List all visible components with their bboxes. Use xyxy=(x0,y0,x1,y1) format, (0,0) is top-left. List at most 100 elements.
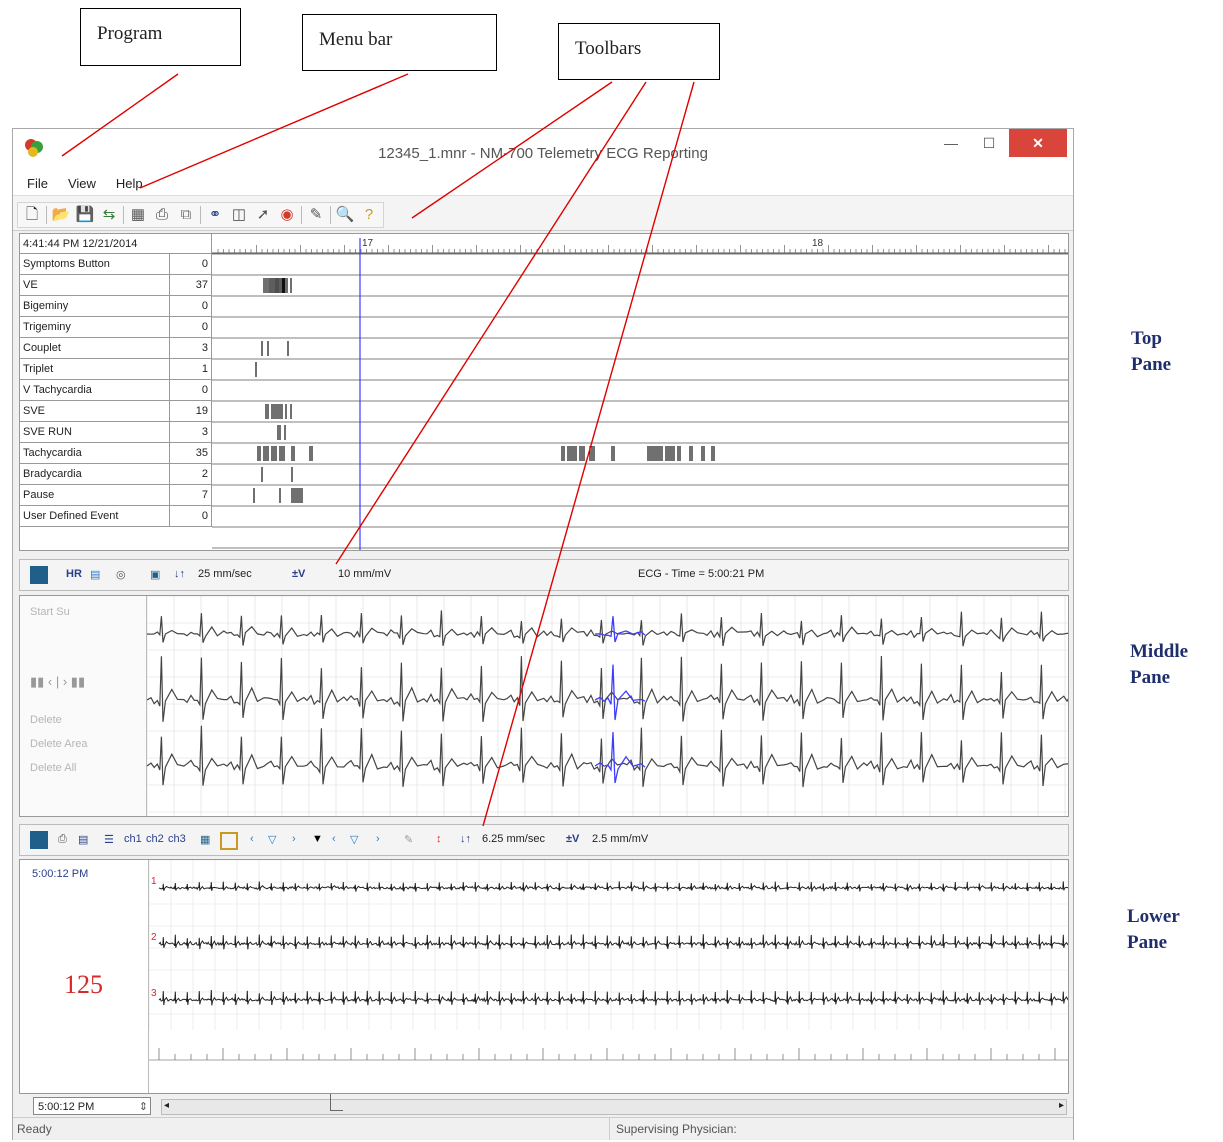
spin-icon[interactable]: ⇕ xyxy=(139,1098,148,1116)
lower-gain[interactable]: 2.5 mm/mV xyxy=(592,833,648,845)
delete-area-button-label: Delete Area xyxy=(30,738,88,750)
prev-icon[interactable]: ‹ xyxy=(250,833,254,845)
lower-report-icon[interactable]: ▤ xyxy=(78,833,88,846)
side-label-lower-line2: Pane xyxy=(1127,932,1168,953)
middle-gain[interactable]: 10 mm/mV xyxy=(338,568,391,580)
ch3-button[interactable]: ch3 xyxy=(168,833,186,845)
menu-file[interactable]: File xyxy=(27,173,48,195)
next-icon[interactable]: › xyxy=(292,833,296,845)
event-row[interactable]: Triplet 1 xyxy=(20,359,212,380)
delete-area-button[interactable]: Delete Area xyxy=(30,738,87,750)
middle-speed[interactable]: 25 mm/sec xyxy=(198,568,252,580)
heart-rate-icon[interactable]: HR xyxy=(66,568,82,580)
report-icon[interactable]: ▦ xyxy=(128,205,148,225)
event-row[interactable]: User Defined Event 0 xyxy=(20,506,212,527)
event-count: 1 xyxy=(170,359,212,379)
prev-event-icon[interactable]: ‹ xyxy=(332,833,336,845)
lower-monitor-icon[interactable] xyxy=(30,831,48,849)
horizontal-scrollbar[interactable]: ◂ ▸ xyxy=(161,1094,1067,1115)
event-name: User Defined Event xyxy=(20,506,170,526)
app-window: 12345_1.mnr - NM-700 Telemetry ECG Repor… xyxy=(12,128,1074,1140)
middle-ecg-strip[interactable] xyxy=(147,596,1068,816)
book-icon[interactable]: ◫ xyxy=(229,205,249,225)
event-name: Trigeminy xyxy=(20,317,170,337)
event-row[interactable]: Tachycardia 35 xyxy=(20,443,212,464)
box-icon[interactable] xyxy=(220,832,238,850)
delete-button[interactable]: Delete xyxy=(30,714,62,726)
save-icon[interactable]: 💾 xyxy=(75,205,95,225)
menu-view[interactable]: View xyxy=(68,173,96,195)
maximize-button[interactable]: ☐ xyxy=(971,129,1007,157)
zoom-icon[interactable]: 🔍 xyxy=(335,205,355,225)
scroll-left-icon[interactable]: ◂ xyxy=(164,1100,169,1111)
event-name: VE xyxy=(20,275,170,295)
event-row[interactable]: VE 37 xyxy=(20,275,212,296)
speed-icon[interactable]: ↓↑ xyxy=(174,568,185,580)
event-row[interactable]: SVE 19 xyxy=(20,401,212,422)
event-row[interactable]: Couplet 3 xyxy=(20,338,212,359)
event-row[interactable]: Bigeminy 0 xyxy=(20,296,212,317)
event-row[interactable]: Pause 7 xyxy=(20,485,212,506)
side-label-middle: Middle Pane xyxy=(1130,639,1188,691)
lower-print-icon[interactable]: ⎙ xyxy=(58,833,67,846)
delete-all-button[interactable]: Delete All xyxy=(30,762,76,774)
page-event-icon[interactable]: ▽ xyxy=(350,833,358,846)
event-timeline[interactable]: 17 18 xyxy=(212,234,1068,550)
lower-ecg-trace xyxy=(158,933,1068,950)
lower-speed-icon[interactable]: ↓↑ xyxy=(460,833,471,845)
chart-icon[interactable]: ▤ xyxy=(90,568,100,581)
top-pane: 4:41:44 PM 12/21/2014 Symptoms Button 0 VE… xyxy=(19,233,1069,551)
binoculars-icon[interactable]: ⚭ xyxy=(205,205,225,225)
event-row[interactable]: Bradycardia 2 xyxy=(20,464,212,485)
gain-icon[interactable]: ±V xyxy=(292,568,305,580)
lines-icon[interactable]: ☰ xyxy=(104,833,114,846)
scroll-right-icon[interactable]: ▸ xyxy=(1059,1100,1064,1111)
callout-toolbars-label: Toolbars xyxy=(575,38,642,59)
edit-tool-icon[interactable]: ✎ xyxy=(306,205,326,225)
close-button[interactable]: ✕ xyxy=(1009,129,1067,157)
record-icon[interactable]: ◉ xyxy=(277,205,297,225)
menu-help[interactable]: Help xyxy=(116,173,143,195)
next-event-icon[interactable]: › xyxy=(376,833,380,845)
side-label-top: Top Pane xyxy=(1131,326,1171,378)
lower-gain-icon[interactable]: ±V xyxy=(566,833,579,845)
copy-icon[interactable]: ⧉ xyxy=(176,205,196,225)
ch2-button[interactable]: ch2 xyxy=(146,833,164,845)
status-bar: Ready Supervising Physician: xyxy=(13,1117,1073,1140)
open-folder-icon[interactable]: 📂 xyxy=(51,205,71,225)
middle-info: ECG - Time = 5:00:21 PM xyxy=(638,568,765,580)
side-label-top-line1: Top xyxy=(1131,328,1162,349)
menu-bar: File View Help xyxy=(13,173,1073,195)
event-name: SVE RUN xyxy=(20,422,170,442)
new-file-icon[interactable]: 🗋 xyxy=(22,205,42,225)
help-icon[interactable]: ? xyxy=(359,205,379,225)
scroll-thumb[interactable] xyxy=(330,1094,343,1111)
lower-edit-icon[interactable]: ✎ xyxy=(404,833,413,846)
print-icon[interactable]: ⎙ xyxy=(152,205,172,225)
event-row[interactable]: Symptoms Button 0 xyxy=(20,254,212,275)
navigation-slider[interactable]: ▮▮ ‹ | › ▮▮ xyxy=(30,674,85,690)
layers-icon[interactable]: ◎ xyxy=(116,568,126,581)
grid-icon[interactable]: ▣ xyxy=(150,568,160,581)
lower-ecg-trace xyxy=(158,989,1068,1006)
marker-icon[interactable]: ↕ xyxy=(436,833,442,845)
middle-toolbar: HR ▤ ◎ ▣ ↓↑ 25 mm/sec ±V 10 mm/mV ECG - … xyxy=(19,559,1069,591)
middle-controls: Start Su ▮▮ ‹ | › ▮▮ Delete Delete Area … xyxy=(20,596,147,816)
event-row[interactable]: V Tachycardia 0 xyxy=(20,380,212,401)
lower-speed[interactable]: 6.25 mm/sec xyxy=(482,833,545,845)
time-field[interactable]: 5:00:12 PM ⇕ xyxy=(33,1097,151,1115)
monitor-icon[interactable] xyxy=(30,566,48,584)
lower-grid-icon[interactable]: ▦ xyxy=(200,833,210,846)
down-marker-icon[interactable]: ▼ xyxy=(312,833,323,845)
start-button[interactable]: Start Su xyxy=(30,606,70,618)
page-prev-icon[interactable]: ▽ xyxy=(268,833,276,846)
minimize-button[interactable]: — xyxy=(933,129,969,157)
side-label-middle-line1: Middle xyxy=(1130,641,1189,662)
lower-ecg-strip[interactable]: 1 2 3 xyxy=(149,860,1068,1093)
title-bar[interactable]: 12345_1.mnr - NM-700 Telemetry ECG Repor… xyxy=(13,129,1073,173)
arrow-tool-icon[interactable]: ➚ xyxy=(253,205,273,225)
event-row[interactable]: Trigeminy 0 xyxy=(20,317,212,338)
export-icon[interactable]: ⇆ xyxy=(99,205,119,225)
ch1-button[interactable]: ch1 xyxy=(124,833,142,845)
event-row[interactable]: SVE RUN 3 xyxy=(20,422,212,443)
